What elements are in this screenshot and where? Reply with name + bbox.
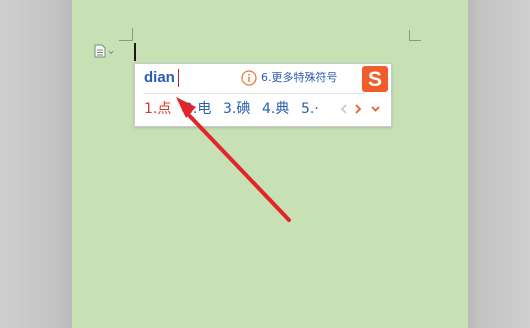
chevron-left-icon[interactable] <box>338 101 350 117</box>
more-symbols-link[interactable]: 6.更多特殊符号 <box>261 70 338 86</box>
sogou-logo[interactable]: S <box>362 66 388 92</box>
chevron-down-icon[interactable] <box>369 101 381 117</box>
candidate-4[interactable]: 4.典 <box>262 99 289 119</box>
candidate-2[interactable]: 2.电 <box>184 99 211 119</box>
logo-letter: S <box>368 68 382 91</box>
ime-divider <box>143 93 365 94</box>
candidate-1[interactable]: 1.点 <box>144 99 171 119</box>
ime-cursor <box>178 69 179 87</box>
margin-corner-top-left-vertical <box>132 28 133 41</box>
window-right-margin <box>468 0 530 328</box>
chevron-right-icon[interactable] <box>352 101 364 117</box>
margin-corner-top-right <box>409 40 421 41</box>
margin-corner-top-right-vertical <box>409 30 410 41</box>
document-page[interactable] <box>72 0 468 328</box>
ime-composition-bar: dian 6.更多特殊符号 S <box>135 64 391 92</box>
ime-candidate-window: dian 6.更多特殊符号 S 1.点 2.电 3.碘 4.典 5.· <box>134 63 392 127</box>
candidate-3[interactable]: 3.碘 <box>223 99 250 119</box>
candidate-5[interactable]: 5.· <box>301 99 319 119</box>
chevron-down-icon <box>108 50 114 55</box>
pinyin-input[interactable]: dian <box>144 69 175 87</box>
margin-corner-top-left <box>119 40 133 41</box>
text-cursor <box>134 43 136 61</box>
window-left-margin <box>0 0 72 328</box>
info-icon[interactable] <box>241 70 257 86</box>
document-icon <box>94 44 106 58</box>
paragraph-format-button[interactable] <box>94 44 116 58</box>
